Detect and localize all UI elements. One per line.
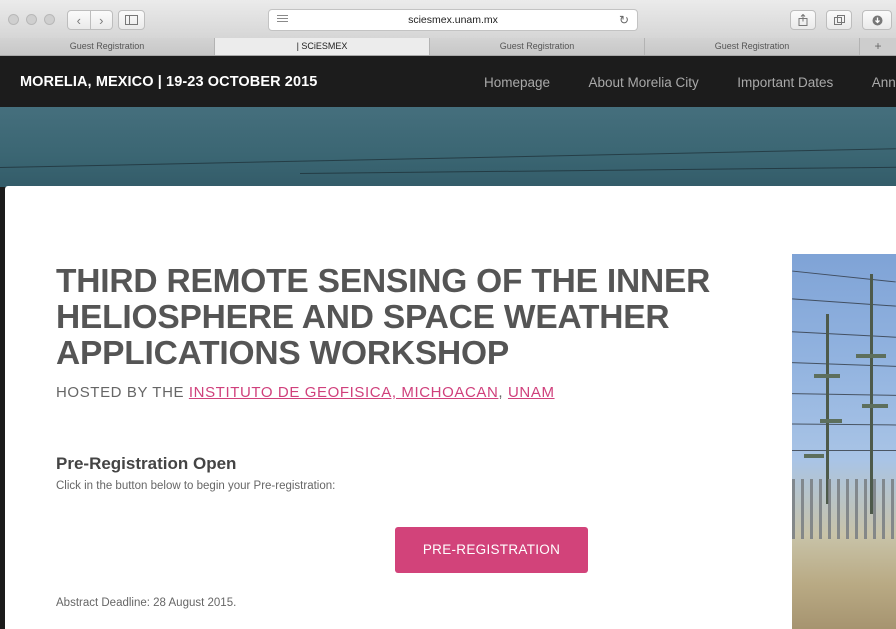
address-bar[interactable]: sciesmex.unam.mx ↻ — [268, 9, 638, 31]
site-nav: Homepage About Morelia City Important Da… — [484, 74, 896, 92]
hosted-prefix: HOSTED BY THE — [56, 384, 189, 401]
nav-important-dates[interactable]: Important Dates — [737, 75, 833, 90]
tabs-icon — [833, 15, 845, 25]
history-nav: ‹ › — [67, 10, 113, 30]
hero-banner — [0, 107, 896, 187]
antenna-array-photo — [792, 254, 896, 629]
hosted-separator: , — [498, 384, 508, 401]
page-title: THIRD REMOTE SENSING OF THE INNER HELIOS… — [56, 263, 711, 372]
preregistration-instructions: Click in the button below to begin your … — [56, 480, 336, 492]
nav-announcements[interactable]: Anno — [872, 75, 896, 90]
close-window-button[interactable] — [8, 14, 19, 25]
reload-icon[interactable]: ↻ — [619, 13, 629, 27]
forward-icon: › — [99, 12, 104, 28]
new-tab-button[interactable]: + — [860, 38, 896, 55]
tab-guest-registration-3[interactable]: Guest Registration — [645, 38, 860, 55]
sidebar-button[interactable] — [118, 10, 145, 30]
abstract-deadline: Abstract Deadline: 28 August 2015. — [56, 597, 237, 609]
content-card: THIRD REMOTE SENSING OF THE INNER HELIOS… — [5, 186, 896, 629]
tabs-overview-button[interactable] — [826, 10, 852, 30]
tab-bar: Guest Registration | SCiESMEX Guest Regi… — [0, 38, 896, 56]
share-icon — [798, 14, 808, 26]
share-button[interactable] — [790, 10, 816, 30]
site-header: MORELIA, MEXICO | 19-23 OCTOBER 2015 Hom… — [0, 56, 896, 107]
nav-homepage[interactable]: Homepage — [484, 75, 550, 90]
zoom-window-button[interactable] — [44, 14, 55, 25]
nav-about-morelia[interactable]: About Morelia City — [589, 75, 699, 90]
preregistration-button[interactable]: PRE-REGISTRATION — [395, 527, 588, 573]
minimize-window-button[interactable] — [26, 14, 37, 25]
downloads-button[interactable] — [862, 10, 892, 30]
tab-sciesmex[interactable]: | SCiESMEX — [215, 38, 430, 55]
tab-guest-registration-2[interactable]: Guest Registration — [430, 38, 645, 55]
link-unam[interactable]: UNAM — [508, 384, 555, 401]
link-instituto-geofisica[interactable]: INSTITUTO DE GEOFISICA, MICHOACAN — [189, 384, 499, 401]
site-title[interactable]: MORELIA, MEXICO | 19-23 OCTOBER 2015 — [20, 74, 317, 90]
hosted-by-line: HOSTED BY THE INSTITUTO DE GEOFISICA, MI… — [56, 384, 555, 401]
browser-window: ‹ › sciesmex.unam.mx ↻ Guest Registratio… — [0, 0, 896, 629]
sidebar-icon — [125, 15, 138, 25]
back-button[interactable]: ‹ — [67, 10, 91, 30]
preregistration-heading: Pre-Registration Open — [56, 454, 237, 473]
download-icon — [872, 15, 882, 25]
forward-button[interactable]: › — [90, 10, 113, 30]
url-text: sciesmex.unam.mx — [408, 14, 498, 26]
tab-guest-registration-1[interactable]: Guest Registration — [0, 38, 215, 55]
back-icon: ‹ — [76, 12, 81, 28]
browser-toolbar: ‹ › sciesmex.unam.mx ↻ — [0, 0, 896, 39]
